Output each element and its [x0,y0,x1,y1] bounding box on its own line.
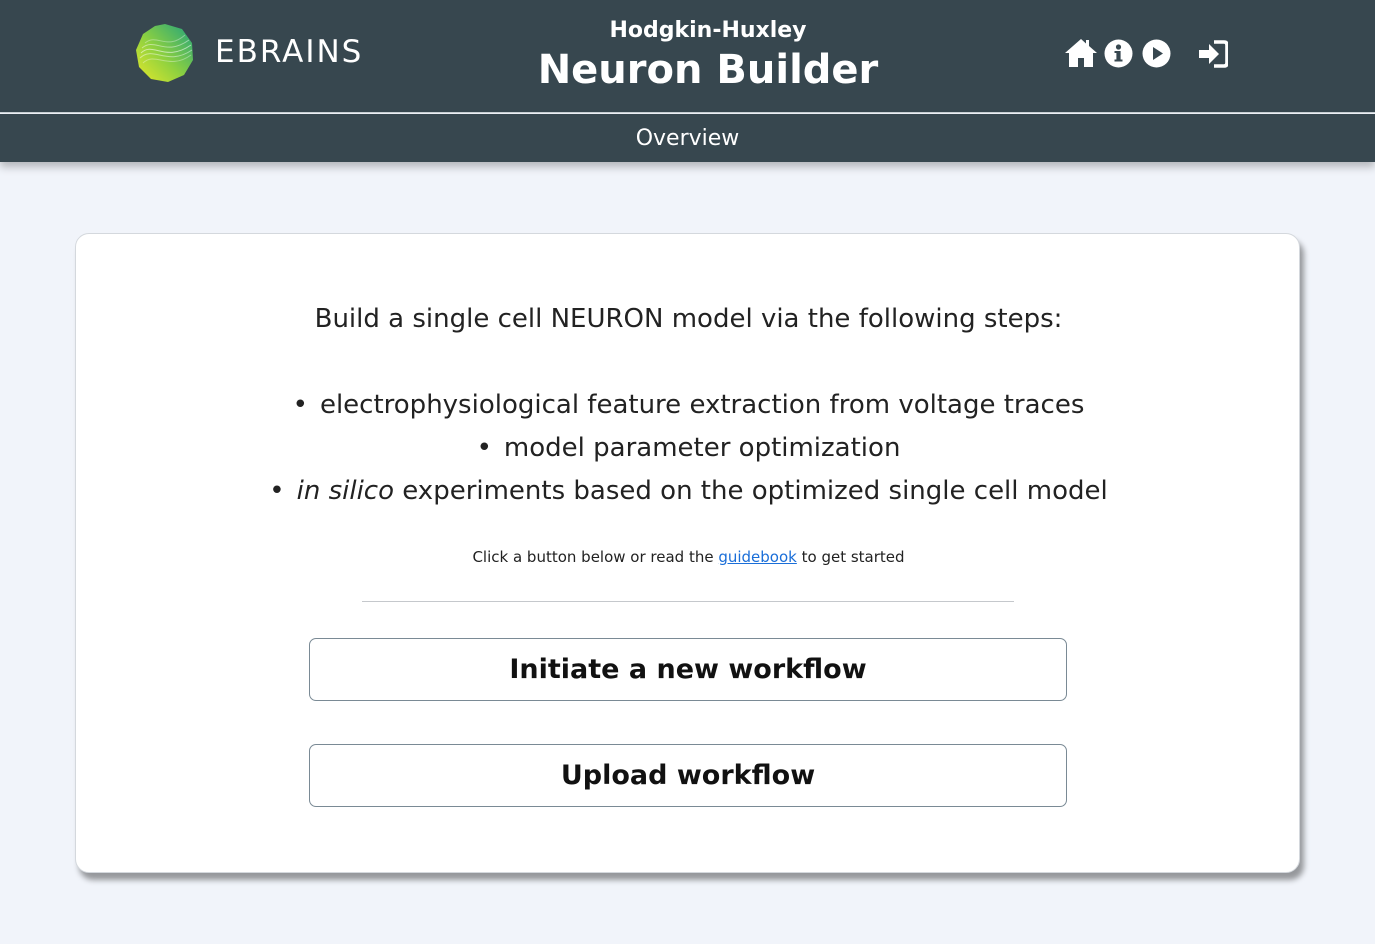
list-item: in silico experiments based on the optim… [76,470,1301,513]
tab-overview[interactable]: Overview [636,126,740,151]
ebrains-logo-icon[interactable] [135,23,195,83]
emphasis-text: in silico [296,476,394,506]
play-icon[interactable] [1142,39,1171,68]
list-item: model parameter optimization [76,427,1301,470]
home-icon[interactable] [1064,38,1098,68]
app-header: EBRAINS Hodgkin-Huxley Neuron Builder [0,0,1375,113]
login-icon[interactable] [1198,40,1228,68]
app-title: Neuron Builder [537,47,879,93]
brand-name[interactable]: EBRAINS [215,34,363,70]
app-subtitle: Hodgkin-Huxley [609,18,807,43]
guidebook-link[interactable]: guidebook [718,548,797,566]
initiate-workflow-button[interactable]: Initiate a new workflow [309,638,1067,701]
sub-navigation-bar: Overview [0,114,1375,162]
info-icon[interactable] [1104,39,1133,68]
hint-text: Click a button below or read the guidebo… [472,548,905,566]
steps-list: electrophysiological feature extraction … [76,384,1301,513]
app-title-block: Hodgkin-Huxley Neuron Builder [508,16,908,94]
overview-card: Build a single cell NEURON model via the… [75,233,1300,873]
intro-text: Build a single cell NEURON model via the… [314,304,1063,334]
divider [362,601,1014,602]
list-item: electrophysiological feature extraction … [76,384,1301,427]
upload-workflow-button[interactable]: Upload workflow [309,744,1067,807]
